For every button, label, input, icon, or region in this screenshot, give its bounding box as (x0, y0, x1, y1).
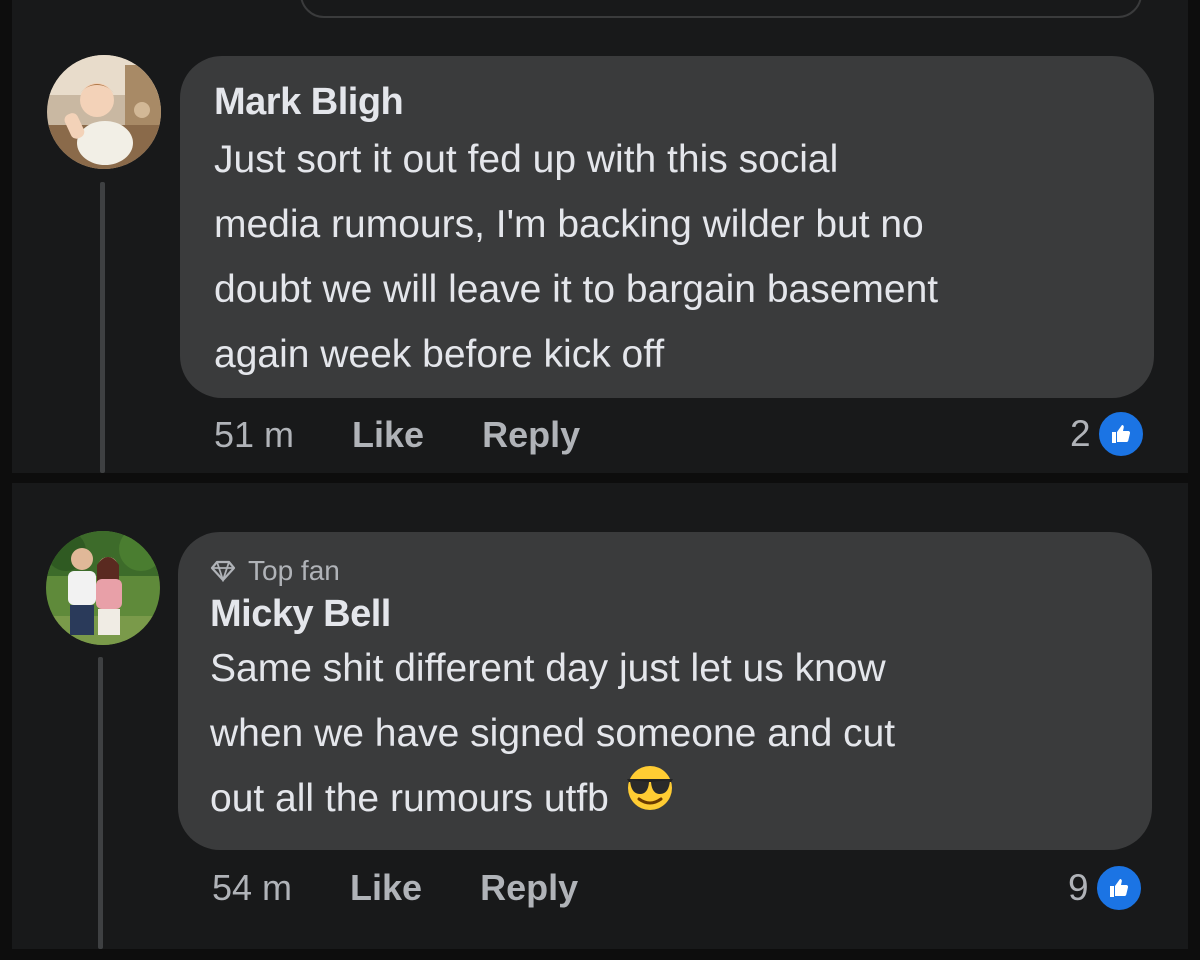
comment-line: Just sort it out fed up with this social (214, 138, 839, 181)
comment-bubble: Mark Bligh Just sort it out fed up with … (180, 56, 1154, 398)
thread-line (100, 182, 105, 473)
author-name[interactable]: Micky Bell (210, 592, 1118, 636)
reaction-count: 9 (1068, 867, 1089, 908)
reaction-count: 2 (1070, 413, 1091, 454)
comment-line: doubt we will leave it to bargain baseme… (214, 268, 939, 311)
comment-actions: 51 m Like Reply (214, 414, 580, 456)
comment-line: when we have signed someone and cut (210, 712, 896, 755)
comment-line: again week before kick off (214, 333, 665, 376)
comment-line-text: out all the rumours utfb (210, 777, 609, 820)
previous-comment-bubble-edge (300, 0, 1142, 18)
comment-text: Just sort it out fed up with this social… (214, 127, 1120, 387)
comment-text: Same shit different day just let us know… (210, 636, 1118, 835)
comment-line: out all the rumours utfb (210, 763, 1118, 835)
reply-button[interactable]: Reply (480, 867, 578, 909)
top-fan-badge: Top fan (210, 554, 1118, 588)
avatar[interactable] (47, 55, 161, 169)
comment-bubble: Top fan Micky Bell Same shit different d… (178, 532, 1152, 850)
reply-button[interactable]: Reply (482, 414, 580, 456)
timestamp[interactable]: 51 m (214, 414, 294, 456)
like-reaction-icon (1094, 864, 1143, 912)
badge-label: Top fan (248, 555, 340, 586)
comment-panel-2: Top fan Micky Bell Same shit different d… (12, 483, 1188, 949)
timestamp[interactable]: 54 m (212, 867, 292, 909)
comment-panel-1: Mark Bligh Just sort it out fed up with … (12, 0, 1188, 473)
thread-line (98, 657, 103, 949)
like-button[interactable]: Like (350, 867, 422, 909)
author-name[interactable]: Mark Bligh (214, 80, 1120, 124)
like-reaction-icon (1096, 410, 1145, 458)
diamond-icon (210, 560, 236, 582)
comment-actions: 54 m Like Reply (212, 867, 578, 909)
reaction-summary[interactable]: 2 (1070, 410, 1145, 458)
comment-line: Same shit different day just let us know (210, 647, 886, 690)
reaction-summary[interactable]: 9 (1068, 864, 1143, 912)
avatar[interactable] (46, 531, 160, 645)
like-button[interactable]: Like (352, 414, 424, 456)
comment-line: media rumours, I'm backing wilder but no (214, 203, 924, 246)
sunglasses-face-emoji (623, 763, 677, 831)
